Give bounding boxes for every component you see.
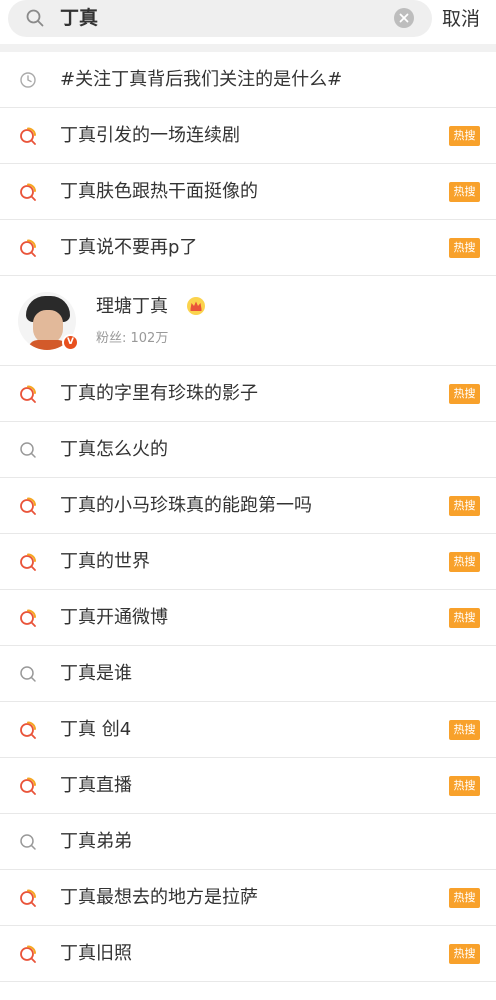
hot-badge: 热搜 [449,608,480,628]
hot-badge: 热搜 [449,944,480,964]
suggestion-item[interactable]: 丁真引发的一场连续剧 热搜 [0,108,496,164]
hot-search-icon [20,889,36,907]
hot-search-icon [20,609,36,627]
suggestion-item-label: 丁真的小马珍珠真的能跑第一吗 [60,495,312,516]
hot-badge: 热搜 [449,720,480,740]
hot-badge: 热搜 [449,238,480,258]
hot-badge: 热搜 [449,384,480,404]
suggestion-item-label: 丁真的字里有珍珠的影子 [60,383,258,404]
suggestion-item[interactable]: 丁真说不要再p了 热搜 [0,220,496,276]
search-icon [20,442,36,458]
suggestion-item[interactable]: 丁真的世界 热搜 [0,534,496,590]
history-item[interactable]: #关注丁真背后我们关注的是什么# [0,52,496,108]
search-input[interactable]: 丁真 [8,0,432,37]
crown-icon [187,297,205,315]
search-icon [26,9,44,27]
user-name: 理塘丁真 [96,296,168,317]
hot-badge: 热搜 [449,888,480,908]
suggestion-item-label: 丁真的世界 [60,551,150,572]
suggestion-item-label: 丁真旧照 [60,943,132,964]
suggestion-item-label: 丁真最想去的地方是拉萨 [60,887,258,908]
cancel-button[interactable]: 取消 [442,4,480,34]
hot-search-icon [20,945,36,963]
hot-search-icon [20,183,36,201]
hot-search-icon [20,553,36,571]
suggestion-item-label: 丁真说不要再p了 [60,237,198,258]
suggestion-item[interactable]: 丁真弟弟 [0,814,496,870]
suggestion-item[interactable]: 丁真的小马珍珠真的能跑第一吗 热搜 [0,478,496,534]
search-icon [20,666,36,682]
suggestion-item[interactable]: 丁真是谁 [0,646,496,702]
search-query-text[interactable]: 丁真 [60,5,98,32]
suggestion-item-label: 丁真 创4 [60,719,132,740]
suggestion-item-label: 丁真引发的一场连续剧 [60,125,240,146]
suggestion-item[interactable]: 丁真的字里有珍珠的影子 热搜 [0,366,496,422]
hot-search-icon [20,239,36,257]
section-divider [0,44,496,52]
user-fans-count: 粉丝: 102万 [96,331,169,346]
search-icon [20,834,36,850]
verified-badge-icon: V [62,334,79,351]
hot-search-icon [20,721,36,739]
hot-badge: 热搜 [449,182,480,202]
suggestion-item[interactable]: 丁真最想去的地方是拉萨 热搜 [0,870,496,926]
suggestion-item-label: 丁真开通微博 [60,607,168,628]
suggestion-group-bottom: 丁真的字里有珍珠的影子 热搜 丁真怎么火的 丁真的小马珍珠真的能跑第一吗 热搜 丁真的世界… [0,366,496,982]
hot-search-icon [20,127,36,145]
hot-search-icon [20,497,36,515]
suggestion-list: #关注丁真背后我们关注的是什么# 丁真引发的一场连续剧 热搜 丁真肤色跟热干面挺像的… [0,52,496,982]
user-result-card[interactable]: V 理塘丁真 粉丝: 102万 [0,276,496,366]
hot-search-icon [20,777,36,795]
suggestion-item[interactable]: 丁真肤色跟热干面挺像的 热搜 [0,164,496,220]
suggestion-item[interactable]: 丁真开通微博 热搜 [0,590,496,646]
suggestion-item-label: 丁真是谁 [60,663,132,684]
search-bar: 丁真 取消 [0,0,496,44]
suggestion-item[interactable]: 丁真 创4 热搜 [0,702,496,758]
hot-badge: 热搜 [449,776,480,796]
suggestion-item-label: 丁真怎么火的 [60,439,168,460]
suggestion-item[interactable]: 丁真怎么火的 [0,422,496,478]
suggestion-item[interactable]: 丁真旧照 热搜 [0,926,496,982]
hot-search-icon [20,385,36,403]
suggestion-item-label: 丁真弟弟 [60,831,132,852]
suggestion-item-label: 丁真肤色跟热干面挺像的 [60,181,258,202]
history-item-label: #关注丁真背后我们关注的是什么# [60,69,343,90]
suggestion-item-label: 丁真直播 [60,775,132,796]
hot-badge: 热搜 [449,126,480,146]
hot-badge: 热搜 [449,552,480,572]
clock-icon [20,72,36,88]
hot-badge: 热搜 [449,496,480,516]
suggestion-item[interactable]: 丁真直播 热搜 [0,758,496,814]
clear-icon[interactable] [394,8,414,28]
suggestion-group-top: 丁真引发的一场连续剧 热搜 丁真肤色跟热干面挺像的 热搜 丁真说不要再p了 热搜 [0,108,496,276]
